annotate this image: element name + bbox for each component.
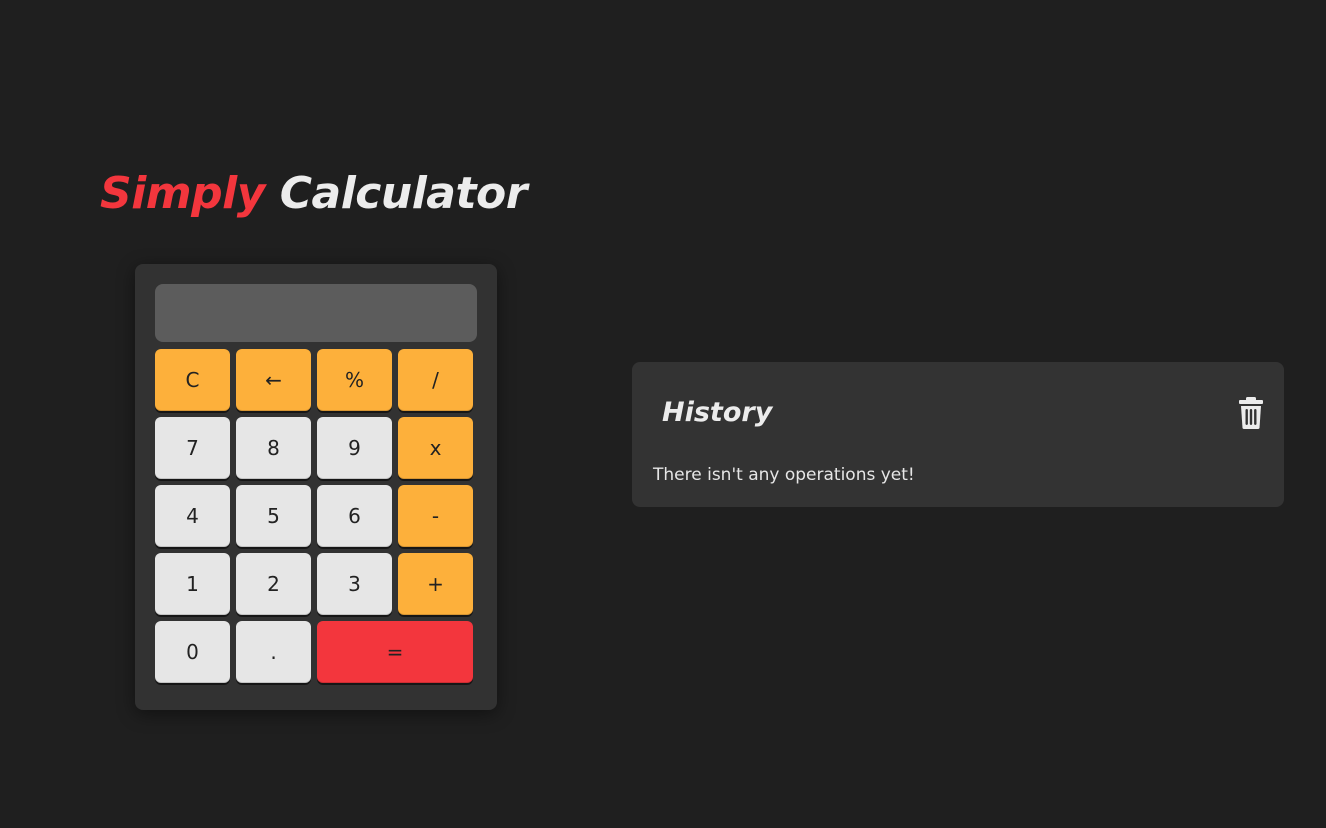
page: Simply Calculator C ← % / 7 8 9 x 4 5 6 … [0,0,1326,828]
history-empty-message: There isn't any operations yet! [653,465,915,485]
digit-5-button[interactable]: 5 [236,485,311,547]
calculator-keypad: C ← % / 7 8 9 x 4 5 6 - 1 2 3 + 0 . = [155,349,477,683]
multiply-button[interactable]: x [398,417,473,479]
digit-0-button[interactable]: 0 [155,621,230,683]
title-accent-word: Simply [100,168,265,219]
history-title: History [662,397,773,428]
digit-3-button[interactable]: 3 [317,553,392,615]
history-panel: History There isn't any operations yet! [632,362,1284,507]
title-main-word: Calculator [279,168,528,219]
digit-4-button[interactable]: 4 [155,485,230,547]
subtract-button[interactable]: - [398,485,473,547]
digit-1-button[interactable]: 1 [155,553,230,615]
calculator-display [155,284,477,342]
decimal-button[interactable]: . [236,621,311,683]
calculator: C ← % / 7 8 9 x 4 5 6 - 1 2 3 + 0 . = [135,264,497,710]
digit-2-button[interactable]: 2 [236,553,311,615]
digit-8-button[interactable]: 8 [236,417,311,479]
equals-button[interactable]: = [317,621,473,683]
clear-button[interactable]: C [155,349,230,411]
trash-icon[interactable] [1238,396,1264,430]
page-title: Simply Calculator [100,166,527,222]
digit-6-button[interactable]: 6 [317,485,392,547]
divide-button[interactable]: / [398,349,473,411]
add-button[interactable]: + [398,553,473,615]
digit-9-button[interactable]: 9 [317,417,392,479]
digit-7-button[interactable]: 7 [155,417,230,479]
percent-button[interactable]: % [317,349,392,411]
backspace-button[interactable]: ← [236,349,311,411]
